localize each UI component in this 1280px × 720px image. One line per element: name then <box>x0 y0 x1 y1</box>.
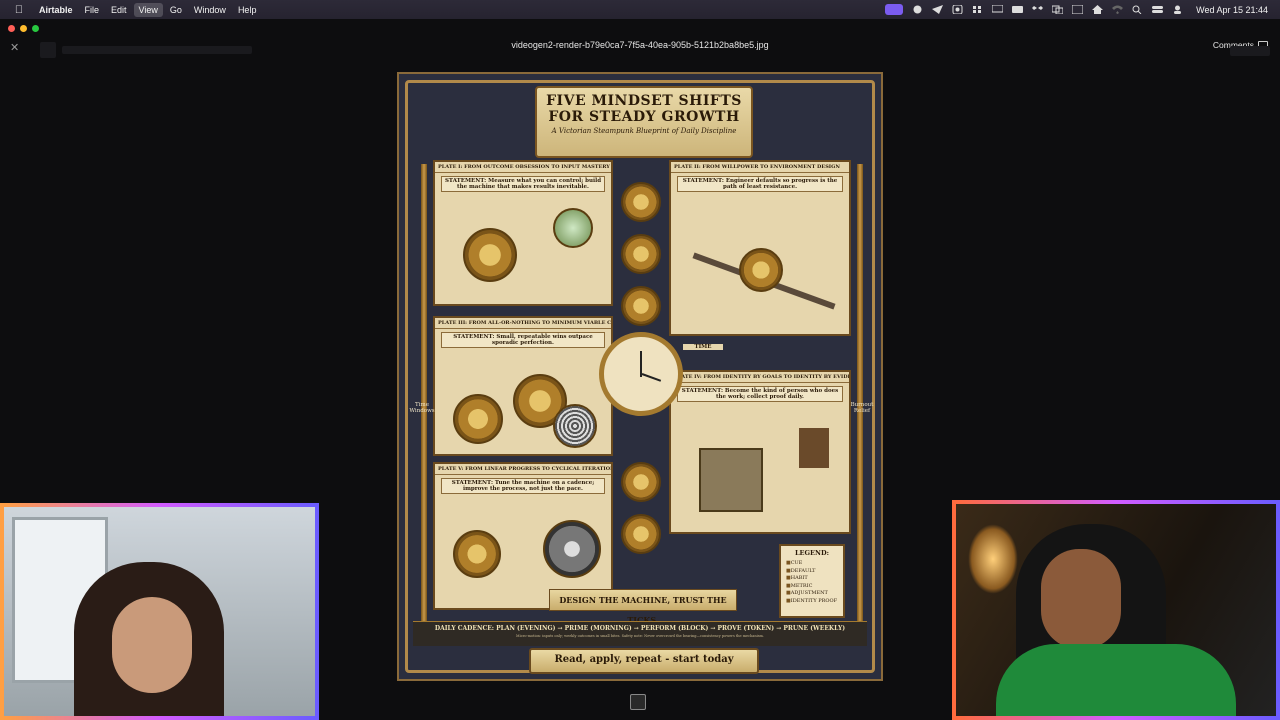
plate-3-statement: STATEMENT: Small, repeatable wins outpac… <box>441 332 605 348</box>
menu-help[interactable]: Help <box>233 3 262 17</box>
window-controls <box>8 25 39 32</box>
menu-bar:  Airtable File Edit View Go Window Help… <box>0 0 1280 19</box>
central-gear-5-icon <box>621 514 661 554</box>
plate-1-statement: STATEMENT: Measure what you can control;… <box>441 176 605 192</box>
plate-1-illustration <box>443 208 603 296</box>
poster-footer-banner: Read, apply, repeat - start today <box>529 648 759 674</box>
central-gear-2-icon <box>621 234 661 274</box>
pipe-right <box>857 164 863 624</box>
menu-go[interactable]: Go <box>165 3 187 17</box>
menu-clock[interactable]: Wed Apr 15 21:44 <box>1196 5 1268 15</box>
legend-item: DEFAULT <box>786 568 838 574</box>
menu-view[interactable]: View <box>133 2 163 17</box>
search-icon[interactable] <box>1132 5 1143 15</box>
motto-ribbon: DESIGN THE MACHINE, TRUST THE TICKS. <box>549 589 737 625</box>
plate-5: PLATE V: FROM LINEAR PROGRESS TO CYCLICA… <box>433 462 613 610</box>
plate-2-illustration <box>679 208 841 326</box>
menu-app-name[interactable]: Airtable <box>34 3 78 17</box>
keyboard-icon[interactable] <box>1012 5 1024 14</box>
menu-file[interactable]: File <box>80 3 105 17</box>
apple-icon[interactable]:  <box>12 3 26 17</box>
poster-subtitle: A Victorian Steampunk Blueprint of Daily… <box>551 127 737 135</box>
motor-gear-icon <box>463 228 517 282</box>
pipe-left <box>421 164 427 624</box>
flyball-governor-icon <box>453 530 501 578</box>
clock-minute-hand <box>641 373 662 382</box>
plate-5-statement: STATEMENT: Tune the machine on a cadence… <box>441 478 605 494</box>
poster-title: FIVE MINDSET SHIFTS FOR STEADY GROWTH <box>546 93 742 125</box>
daily-cadence-bar: DAILY CADENCE: PLAN (EVENING) → PRIME (M… <box>413 621 867 646</box>
token-rack-icon <box>799 428 829 468</box>
side-label-left: Time Windows <box>409 402 435 414</box>
background-button <box>1230 46 1270 56</box>
control-center-icon[interactable] <box>1152 5 1164 14</box>
participant-hoodie <box>996 644 1236 716</box>
central-gear-1-icon <box>621 182 661 222</box>
background-lamp <box>968 524 1018 594</box>
stamp-machine-icon <box>699 448 763 512</box>
legend-item: CUE <box>786 560 838 566</box>
plate-4-statement: STATEMENT: Become the kind of person who… <box>677 386 843 402</box>
central-gear-4-icon <box>621 462 661 502</box>
minimize-window-button[interactable] <box>20 25 27 32</box>
gauge-icon <box>553 208 593 248</box>
daily-cadence-text: DAILY CADENCE: PLAN (EVENING) → PRIME (M… <box>434 625 846 632</box>
lever-switch-icon <box>739 248 783 292</box>
plate-4-header: PLATE IV: FROM IDENTITY BY GOALS TO IDEN… <box>671 372 849 383</box>
plate-4-illustration <box>679 418 841 524</box>
send-icon[interactable] <box>932 5 944 14</box>
chat-icon[interactable] <box>912 5 923 14</box>
central-gear-3-icon <box>621 286 661 326</box>
record-icon[interactable] <box>952 4 963 15</box>
display-icon[interactable] <box>991 4 1004 14</box>
thumbnail-grid-icon[interactable] <box>630 694 646 710</box>
grid-icon[interactable] <box>972 5 983 14</box>
plate-4: PLATE IV: FROM IDENTITY BY GOALS TO IDEN… <box>669 370 851 534</box>
mirror-icon[interactable] <box>1051 5 1064 15</box>
menu-edit[interactable]: Edit <box>106 3 132 17</box>
background-avatar <box>40 42 56 58</box>
user-icon[interactable] <box>1172 5 1183 14</box>
plate-1: PLATE I: FROM OUTCOME OBSESSION TO INPUT… <box>433 160 613 306</box>
flywheel-icon <box>543 520 601 578</box>
legend-item: ADJUSTMENT <box>786 590 838 596</box>
legend-title: LEGEND: <box>794 549 829 557</box>
plate-2-statement: STATEMENT: Engineer defaults so progress… <box>677 176 843 192</box>
preview-image: FIVE MINDSET SHIFTS FOR STEADY GROWTH A … <box>397 72 883 681</box>
plate-1-header: PLATE I: FROM OUTCOME OBSESSION TO INPUT… <box>435 162 611 173</box>
zoom-window-button[interactable] <box>32 25 39 32</box>
balance-wheel-icon <box>453 394 503 444</box>
plate-5-illustration <box>443 510 603 600</box>
legend-item: METRIC <box>786 583 838 589</box>
dropbox-icon[interactable] <box>1032 5 1044 14</box>
plate-2-header: PLATE II: FROM WILLPOWER TO ENVIRONMENT … <box>671 162 849 173</box>
screen-recording-icon[interactable] <box>885 4 904 15</box>
side-label-right: Burnout Relief <box>850 402 874 414</box>
wifi-icon[interactable] <box>1112 5 1124 14</box>
poster-title-banner: FIVE MINDSET SHIFTS FOR STEADY GROWTH A … <box>535 86 753 158</box>
legend-item: IDENTITY PROOF <box>786 598 838 604</box>
hairspring-icon <box>553 404 597 448</box>
plate-3-header: PLATE III: FROM ALL-OR-NOTHING TO MINIMU… <box>435 318 611 329</box>
webcam-left <box>0 503 319 720</box>
apps-grid-icon[interactable] <box>1071 4 1084 15</box>
plate-3: PLATE III: FROM ALL-OR-NOTHING TO MINIMU… <box>433 316 613 456</box>
participant-face <box>1041 549 1121 649</box>
plate-2: PLATE II: FROM WILLPOWER TO ENVIRONMENT … <box>669 160 851 336</box>
time-ribbon: TIME <box>683 344 723 350</box>
close-window-button[interactable] <box>8 25 15 32</box>
background-text <box>62 46 252 54</box>
plate-5-header: PLATE V: FROM LINEAR PROGRESS TO CYCLICA… <box>435 464 611 475</box>
poster-legend: LEGEND: CUE DEFAULT HABIT METRIC ADJUSTM… <box>779 544 845 618</box>
menu-window[interactable]: Window <box>189 3 231 17</box>
status-area: Wed Apr 15 21:44 <box>885 4 1280 15</box>
participant-face <box>112 597 192 693</box>
plate-3-illustration <box>443 364 603 448</box>
clock-icon <box>599 332 683 416</box>
legend-item: HABIT <box>786 575 838 581</box>
webcam-right <box>952 500 1280 720</box>
daily-cadence-note: Micro-motion: inputs only; weekly outcom… <box>515 634 764 638</box>
home-icon[interactable] <box>1092 5 1104 14</box>
